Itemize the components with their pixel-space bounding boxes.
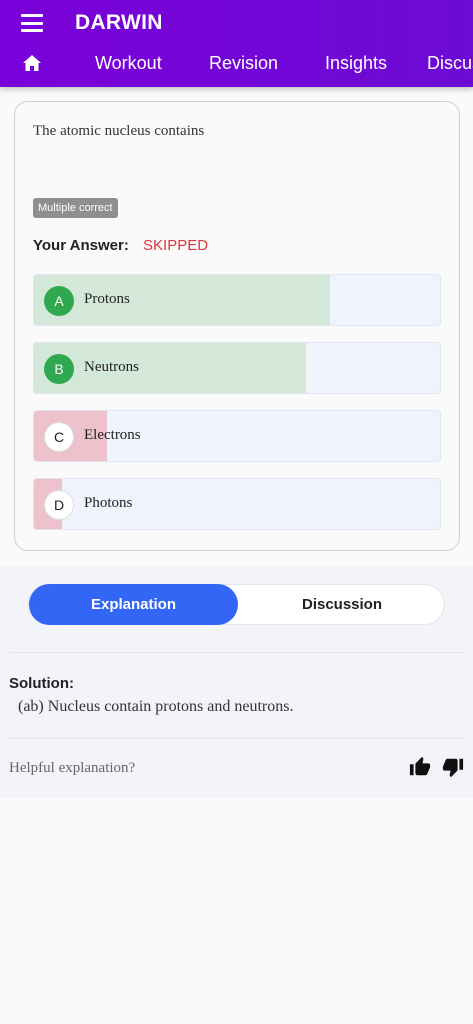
helpful-prompt: Helpful explanation? bbox=[9, 760, 136, 776]
answer-status: SKIPPED bbox=[143, 237, 209, 254]
tab-discussion[interactable]: Discussion bbox=[427, 53, 473, 74]
option-c-text: Electrons bbox=[84, 427, 141, 443]
option-d-letter: D bbox=[44, 490, 74, 520]
option-d-text: Photons bbox=[84, 495, 133, 511]
explanation-tab[interactable]: Explanation bbox=[29, 584, 238, 625]
option-c-letter: C bbox=[44, 422, 74, 452]
option-d[interactable]: D Photons bbox=[33, 478, 441, 530]
option-a-result-bar bbox=[34, 275, 331, 325]
tab-insights[interactable]: Insights bbox=[325, 53, 387, 74]
option-a-letter: A bbox=[44, 286, 74, 316]
home-icon[interactable] bbox=[22, 54, 42, 72]
option-c[interactable]: C Electrons bbox=[33, 410, 441, 462]
question-type-badge: Multiple correct bbox=[33, 198, 118, 218]
option-b-result-bar bbox=[34, 343, 307, 393]
option-b[interactable]: B Neutrons bbox=[33, 342, 441, 394]
option-a[interactable]: A Protons bbox=[33, 274, 441, 326]
solution-text: (ab) Nucleus contain protons and neutron… bbox=[18, 698, 294, 715]
solution-title: Solution: bbox=[9, 675, 74, 692]
tab-workout[interactable]: Workout bbox=[95, 53, 162, 74]
question-text: The atomic nucleus contains bbox=[33, 123, 205, 139]
answer-label: Your Answer: bbox=[33, 237, 129, 254]
thumbs-down-icon[interactable] bbox=[442, 756, 464, 778]
discussion-tab[interactable]: Discussion bbox=[238, 584, 446, 625]
divider bbox=[9, 652, 464, 653]
explanation-discussion-toggle: Explanation Discussion bbox=[28, 584, 445, 625]
option-b-letter: B bbox=[44, 354, 74, 384]
question-card: The atomic nucleus contains Multiple cor… bbox=[14, 101, 460, 551]
option-a-text: Protons bbox=[84, 291, 130, 307]
thumbs-up-icon[interactable] bbox=[409, 756, 431, 778]
divider bbox=[9, 738, 464, 739]
explanation-panel: Explanation Discussion Solution: (ab) Nu… bbox=[0, 566, 473, 798]
app-title: DARWIN bbox=[75, 11, 163, 34]
app-bar: DARWIN Workout Revision Insights Discuss… bbox=[0, 0, 473, 87]
option-b-text: Neutrons bbox=[84, 359, 139, 375]
nav-tabs: Workout Revision Insights Discussion bbox=[0, 44, 473, 84]
your-answer-row: Your Answer: SKIPPED bbox=[33, 237, 208, 254]
tab-revision[interactable]: Revision bbox=[209, 53, 278, 74]
hamburger-icon[interactable] bbox=[21, 12, 43, 34]
